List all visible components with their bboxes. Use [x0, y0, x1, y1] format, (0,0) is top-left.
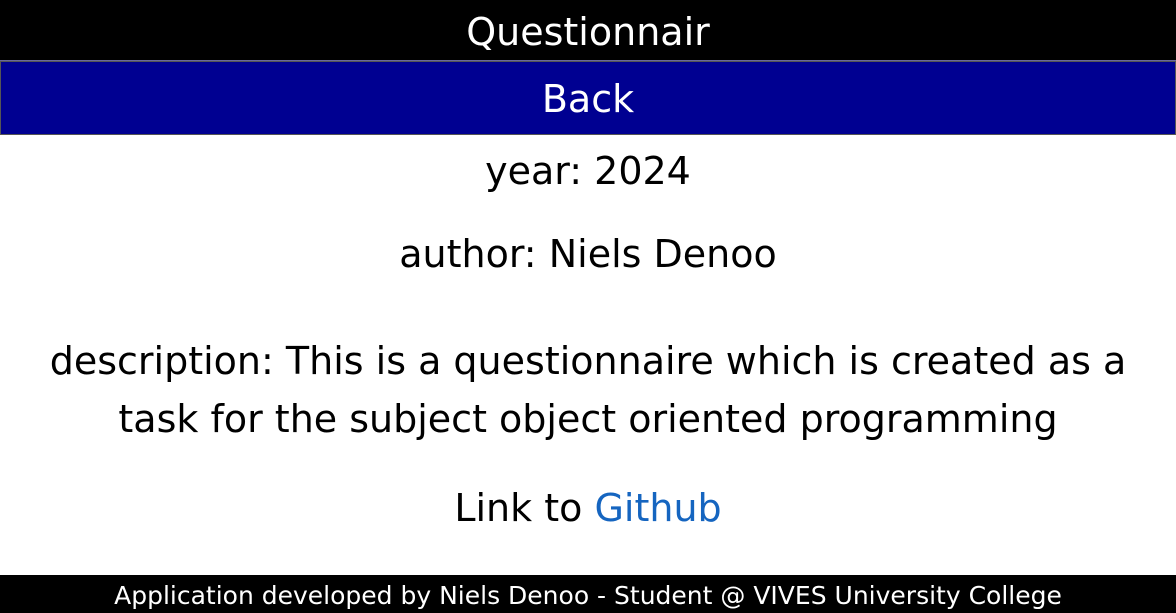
github-link[interactable]: Github [594, 486, 721, 530]
footer-text: Application developed by Niels Denoo - S… [114, 581, 1062, 610]
back-button[interactable]: Back [0, 61, 1176, 135]
description-label: description: [49, 339, 274, 383]
page-title: Questionnair [466, 10, 710, 54]
year-line: year: 2024 [0, 147, 1176, 195]
description-line: description: This is a questionnaire whi… [20, 332, 1156, 448]
app-footer: Application developed by Niels Denoo - S… [0, 575, 1176, 613]
year-label: year: [485, 149, 583, 193]
author-value: Niels Denoo [548, 232, 777, 276]
author-line: author: Niels Denoo [0, 230, 1176, 278]
link-prefix: Link to [454, 486, 583, 530]
github-link-line: Link to Github [0, 483, 1176, 533]
app-header: Questionnair [0, 0, 1176, 61]
author-label: author: [399, 232, 537, 276]
year-value: 2024 [594, 149, 691, 193]
